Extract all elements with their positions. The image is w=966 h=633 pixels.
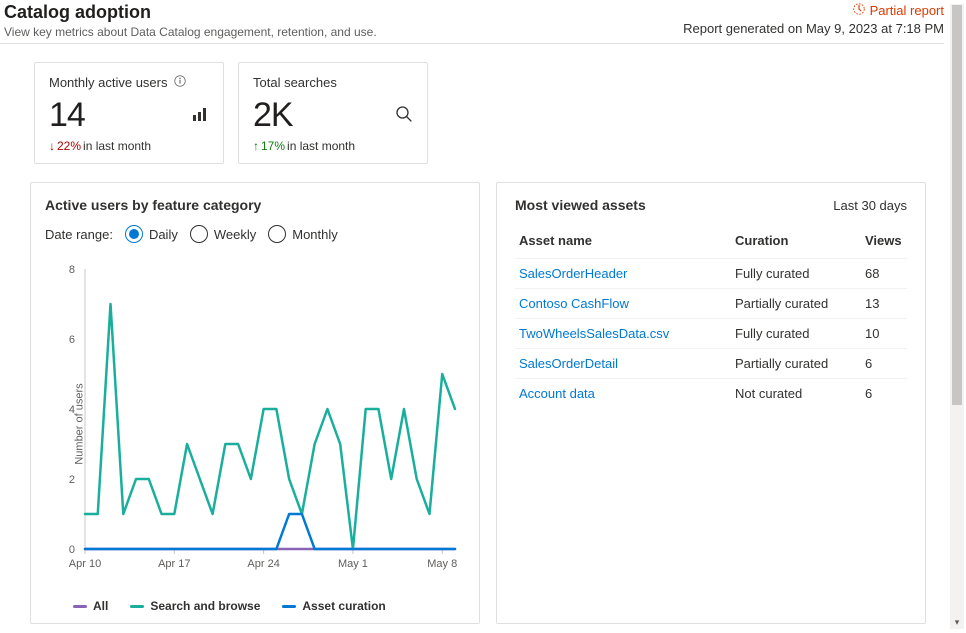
chart-legend: All Search and browse Asset curation: [45, 599, 465, 613]
asset-link[interactable]: SalesOrderDetail: [519, 356, 618, 371]
kpi-searches-trend-pct: 17%: [261, 139, 285, 153]
svg-text:6: 6: [69, 334, 75, 346]
partial-report-badge: Partial report: [852, 2, 944, 19]
kpi-mau[interactable]: Monthly active users 14 ↓ 22% in last mo…: [34, 62, 224, 164]
svg-text:2: 2: [69, 474, 75, 486]
info-icon[interactable]: [174, 75, 186, 90]
arrow-up-icon: ↑: [253, 139, 259, 153]
kpi-mau-title: Monthly active users: [49, 75, 168, 90]
table-row: SalesOrderDetail Partially curated6: [515, 349, 907, 379]
svg-text:0: 0: [69, 544, 75, 556]
curation-cell: Partially curated: [731, 289, 861, 319]
clock-icon: [852, 2, 866, 19]
asset-link[interactable]: Account data: [519, 386, 595, 401]
panel-chart-title: Active users by feature category: [45, 197, 465, 213]
views-cell: 68: [861, 259, 907, 289]
curation-cell: Fully curated: [731, 319, 861, 349]
table-row: Contoso CashFlow Partially curated13: [515, 289, 907, 319]
asset-link[interactable]: SalesOrderHeader: [519, 266, 627, 281]
date-range-label: Date range:: [45, 227, 113, 242]
svg-text:Apr 24: Apr 24: [247, 558, 279, 570]
radio-monthly[interactable]: Monthly: [268, 225, 338, 243]
scrollbar-thumb[interactable]: [952, 5, 962, 405]
radio-weekly[interactable]: Weekly: [190, 225, 256, 243]
views-cell: 6: [861, 349, 907, 379]
curation-cell: Not curated: [731, 379, 861, 409]
line-chart[interactable]: 02468Apr 10Apr 17Apr 24May 1May 8: [45, 259, 465, 579]
asset-link[interactable]: Contoso CashFlow: [519, 296, 629, 311]
col-curation[interactable]: Curation: [731, 227, 861, 259]
curation-cell: Fully curated: [731, 259, 861, 289]
svg-text:May 8: May 8: [427, 558, 457, 570]
arrow-down-icon: ↓: [49, 139, 55, 153]
legend-all[interactable]: All: [73, 599, 108, 613]
asset-link[interactable]: TwoWheelsSalesData.csv: [519, 326, 669, 341]
svg-text:Apr 17: Apr 17: [158, 558, 190, 570]
page-title: Catalog adoption: [4, 2, 377, 23]
bar-chart-icon: [191, 105, 209, 126]
svg-text:May 1: May 1: [338, 558, 368, 570]
kpi-searches-title: Total searches: [253, 75, 337, 90]
partial-report-label: Partial report: [870, 3, 944, 18]
panel-table-range: Last 30 days: [833, 198, 907, 213]
views-cell: 13: [861, 289, 907, 319]
assets-table: Asset name Curation Views SalesOrderHead…: [515, 227, 907, 408]
svg-text:Apr 10: Apr 10: [69, 558, 101, 570]
scroll-down-icon[interactable]: ▾: [950, 615, 964, 629]
panel-table-title: Most viewed assets: [515, 197, 646, 213]
chart-y-label: Number of users: [74, 383, 86, 464]
kpi-mau-trend-suffix: in last month: [83, 139, 151, 153]
curation-cell: Partially curated: [731, 349, 861, 379]
kpi-mau-value: 14: [49, 96, 85, 135]
kpi-searches-value: 2K: [253, 96, 293, 135]
radio-daily[interactable]: Daily: [125, 225, 178, 243]
page-subtitle: View key metrics about Data Catalog enga…: [4, 25, 377, 39]
table-row: Account data Not curated6: [515, 379, 907, 409]
col-views[interactable]: Views: [861, 227, 907, 259]
kpi-searches-trend-suffix: in last month: [287, 139, 355, 153]
kpi-searches[interactable]: Total searches 2K ↑ 17% in last month: [238, 62, 428, 164]
kpi-mau-trend-pct: 22%: [57, 139, 81, 153]
legend-asset-curation[interactable]: Asset curation: [282, 599, 385, 613]
col-asset-name[interactable]: Asset name: [515, 227, 731, 259]
panel-active-users: Active users by feature category Date ra…: [30, 182, 480, 624]
report-generated-time: Report generated on May 9, 2023 at 7:18 …: [683, 21, 944, 36]
views-cell: 10: [861, 319, 907, 349]
table-row: SalesOrderHeader Fully curated68: [515, 259, 907, 289]
svg-text:8: 8: [69, 264, 75, 276]
legend-search-browse[interactable]: Search and browse: [130, 599, 260, 613]
panel-most-viewed-assets: Most viewed assets Last 30 days Asset na…: [496, 182, 926, 624]
views-cell: 6: [861, 379, 907, 409]
search-icon: [395, 105, 413, 126]
vertical-scrollbar[interactable]: ▾: [950, 4, 964, 629]
table-row: TwoWheelsSalesData.csv Fully curated10: [515, 319, 907, 349]
